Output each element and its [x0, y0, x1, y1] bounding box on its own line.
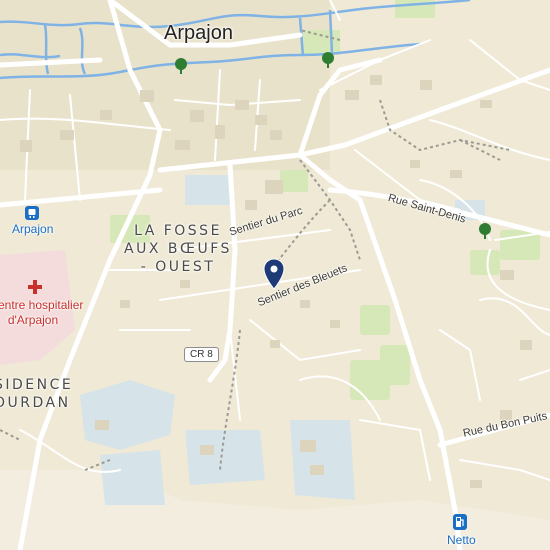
map-view[interactable]: Arpajon LA FOSSE AUX BŒUFS - OUEST SIDEN…: [0, 0, 550, 550]
residence-label-line: SIDENCE: [0, 377, 74, 393]
residence-label-line: OURDAN: [0, 395, 71, 411]
park-tree-icon[interactable]: [173, 57, 189, 75]
hospital-label[interactable]: entre hospitalier d'Arpajon: [0, 298, 84, 328]
district-label-line: - OUEST: [140, 259, 216, 275]
park-tree-icon[interactable]: [477, 222, 493, 240]
district-label-line: AUX BŒUFS: [124, 241, 232, 257]
hospital-cross-icon[interactable]: [28, 280, 42, 294]
city-label: Arpajon: [164, 22, 233, 44]
location-pin-icon[interactable]: [263, 258, 285, 290]
hospital-label-line: entre hospitalier: [0, 298, 84, 312]
station-label[interactable]: Arpajon: [12, 222, 53, 236]
train-station-icon[interactable]: [25, 206, 39, 220]
district-label-line: LA FOSSE: [134, 223, 222, 239]
residence-label: SIDENCE OURDAN: [0, 376, 74, 412]
fuel-station-icon[interactable]: [453, 514, 467, 530]
park-tree-icon[interactable]: [320, 51, 336, 69]
district-label: LA FOSSE AUX BŒUFS - OUEST: [118, 222, 238, 276]
fuel-station-label[interactable]: Netto: [447, 533, 476, 547]
road-badge: CR 8: [184, 347, 219, 362]
hospital-label-line: d'Arpajon: [7, 313, 59, 327]
